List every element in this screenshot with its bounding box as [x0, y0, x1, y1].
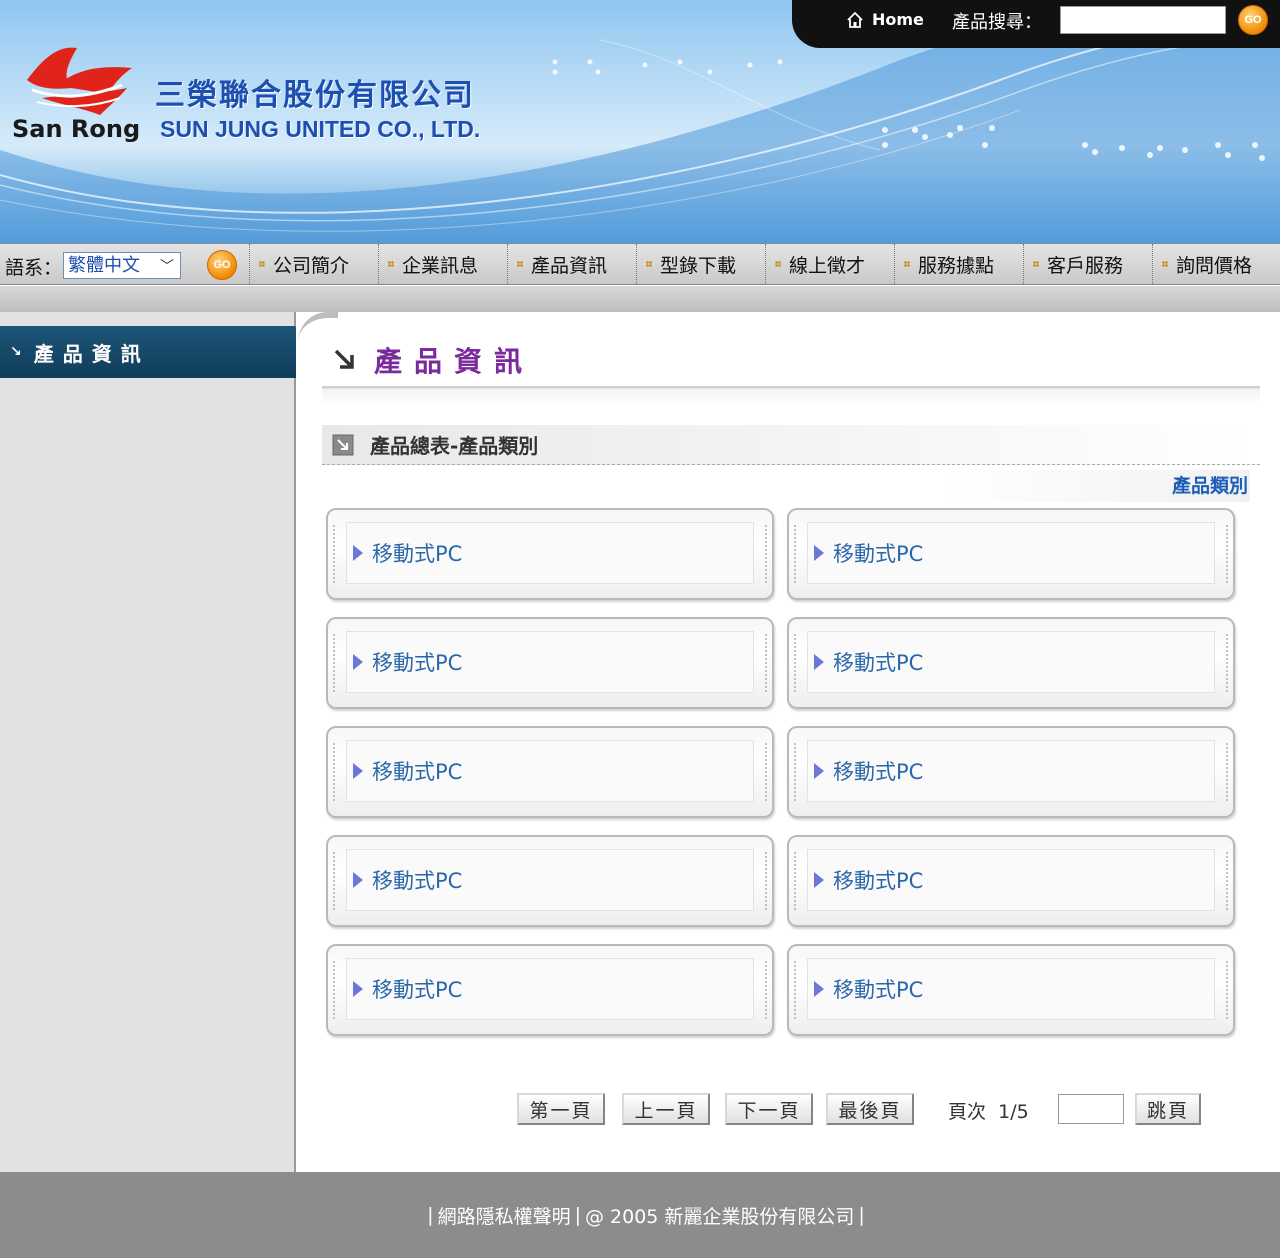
nav-item-careers[interactable]: 線上徵才	[765, 244, 894, 284]
product-category-card[interactable]: 移動式PC	[787, 944, 1235, 1036]
nav-item-label: 企業訊息	[402, 254, 479, 277]
bullet-icon	[259, 261, 265, 267]
box-arrow-icon	[332, 434, 354, 455]
product-category-card[interactable]: 移動式PC	[326, 508, 774, 600]
nav-item-customer-service[interactable]: 客戶服務	[1023, 244, 1152, 284]
nav-item-product-info[interactable]: 產品資訊	[507, 244, 636, 284]
product-category-card[interactable]: 移動式PC	[326, 726, 774, 818]
footer-separator: |	[858, 1204, 865, 1226]
home-link-label: Home	[872, 10, 924, 29]
triangle-right-icon	[814, 981, 824, 997]
page-title-text: 產品資訊	[374, 345, 535, 378]
page-title: 產品資訊	[332, 340, 534, 380]
nav-item-label: 公司簡介	[273, 254, 350, 277]
product-category-label: 移動式PC	[372, 760, 463, 784]
copyright-text: @ 2005 新麗企業股份有限公司	[584, 1205, 855, 1228]
search-go-button[interactable]: GO	[1238, 5, 1268, 35]
triangle-right-icon	[814, 545, 824, 561]
arrow-down-right-icon	[334, 349, 354, 369]
bullet-icon	[904, 261, 910, 267]
product-search-input[interactable]	[1060, 6, 1226, 34]
bullet-icon	[775, 261, 781, 267]
site-footer: | 網路隱私權聲明 | @ 2005 新麗企業股份有限公司 |	[0, 1172, 1280, 1258]
product-category-card[interactable]: 移動式PC	[787, 508, 1235, 600]
sidebar: ↘ 產品資訊	[0, 312, 296, 1172]
product-category-link[interactable]: 產品類別	[944, 470, 1250, 502]
sidebar-menu-title[interactable]: ↘ 產品資訊	[0, 326, 296, 378]
product-category-card[interactable]: 移動式PC	[787, 617, 1235, 709]
triangle-right-icon	[814, 872, 824, 888]
site-header: San Rong 三榮聯合股份有限公司 SUN JUNG UNITED CO.,…	[0, 0, 1280, 243]
next-page-button[interactable]: 下一頁	[725, 1093, 813, 1125]
triangle-right-icon	[353, 763, 363, 779]
product-category-card[interactable]: 移動式PC	[326, 617, 774, 709]
footer-separator: |	[427, 1204, 434, 1226]
product-category-card[interactable]: 移動式PC	[326, 835, 774, 927]
nav-item-catalog-download[interactable]: 型錄下載	[636, 244, 765, 284]
product-category-label: 移動式PC	[372, 542, 463, 566]
main-nav: 語系： 繁體中文 ﹀ GO 公司簡介 企業訊息 產品資訊 型錄下載 線上徵才 服…	[0, 243, 1280, 285]
nav-item-company-profile[interactable]: 公司簡介	[249, 244, 378, 284]
last-page-button[interactable]: 最後頁	[826, 1093, 914, 1125]
jump-page-input[interactable]	[1058, 1094, 1124, 1124]
nav-subbar	[0, 286, 1280, 312]
page-indicator: 頁次 1/5	[948, 1097, 1029, 1124]
bullet-icon	[388, 261, 394, 267]
san-rong-logo-icon	[27, 47, 132, 115]
product-category-card[interactable]: 移動式PC	[326, 944, 774, 1036]
privacy-statement-link[interactable]: 網路隱私權聲明	[438, 1202, 571, 1229]
footer-separator: |	[574, 1204, 581, 1226]
company-name-zh: 三榮聯合股份有限公司	[155, 78, 475, 113]
product-category-label: 移動式PC	[833, 760, 924, 784]
jump-page-button[interactable]: 跳頁	[1135, 1093, 1201, 1125]
product-category-label: 移動式PC	[833, 542, 924, 566]
sidebar-title-label: 產品資訊	[33, 341, 150, 366]
section-header: 產品總表-產品類別	[322, 425, 1260, 465]
nav-item-price-inquiry[interactable]: 詢問價格	[1152, 244, 1280, 284]
product-category-label: 移動式PC	[372, 869, 463, 893]
language-select-value: 繁體中文	[68, 255, 140, 276]
product-category-label: 移動式PC	[833, 978, 924, 1002]
first-page-button[interactable]: 第一頁	[517, 1093, 605, 1125]
nav-item-label: 產品資訊	[531, 254, 608, 277]
language-select[interactable]: 繁體中文 ﹀	[63, 252, 181, 279]
product-category-label: 移動式PC	[372, 651, 463, 675]
bullet-icon	[1033, 261, 1039, 267]
chevron-down-icon: ﹀	[160, 259, 174, 275]
prev-page-button[interactable]: 上一頁	[622, 1093, 710, 1125]
arrow-down-right-icon: ↘	[10, 344, 22, 360]
company-name-en: SUN JUNG UNITED CO., LTD.	[160, 116, 481, 142]
product-category-label: 移動式PC	[833, 651, 924, 675]
product-category-label: 移動式PC	[833, 869, 924, 893]
section-title: 產品總表-產品類別	[370, 434, 539, 458]
nav-item-company-news[interactable]: 企業訊息	[378, 244, 507, 284]
nav-item-label: 服務據點	[918, 254, 995, 277]
product-category-card[interactable]: 移動式PC	[787, 835, 1235, 927]
nav-item-label: 型錄下載	[660, 254, 737, 277]
nav-item-label: 客戶服務	[1047, 254, 1124, 277]
product-category-label: 移動式PC	[372, 978, 463, 1002]
home-link[interactable]: Home	[846, 10, 924, 29]
nav-item-label: 詢問價格	[1176, 254, 1253, 277]
product-search-label: 產品搜尋：	[952, 12, 1042, 33]
page-indicator-label: 頁次	[948, 1101, 987, 1123]
triangle-right-icon	[353, 654, 363, 670]
brand-name-en: San Rong	[12, 115, 141, 143]
title-divider	[322, 386, 1260, 406]
bullet-icon	[1162, 261, 1168, 267]
bullet-icon	[517, 261, 523, 267]
language-go-button[interactable]: GO	[207, 250, 237, 280]
triangle-right-icon	[353, 545, 363, 561]
triangle-right-icon	[353, 872, 363, 888]
product-category-card[interactable]: 移動式PC	[787, 726, 1235, 818]
nav-item-service-locations[interactable]: 服務據點	[894, 244, 1023, 284]
page-indicator-value: 1/5	[998, 1101, 1029, 1123]
language-label: 語系：	[5, 257, 63, 279]
triangle-right-icon	[814, 763, 824, 779]
triangle-right-icon	[814, 654, 824, 670]
triangle-right-icon	[353, 981, 363, 997]
bullet-icon	[646, 261, 652, 267]
nav-item-label: 線上徵才	[789, 254, 866, 277]
home-icon	[847, 11, 863, 28]
